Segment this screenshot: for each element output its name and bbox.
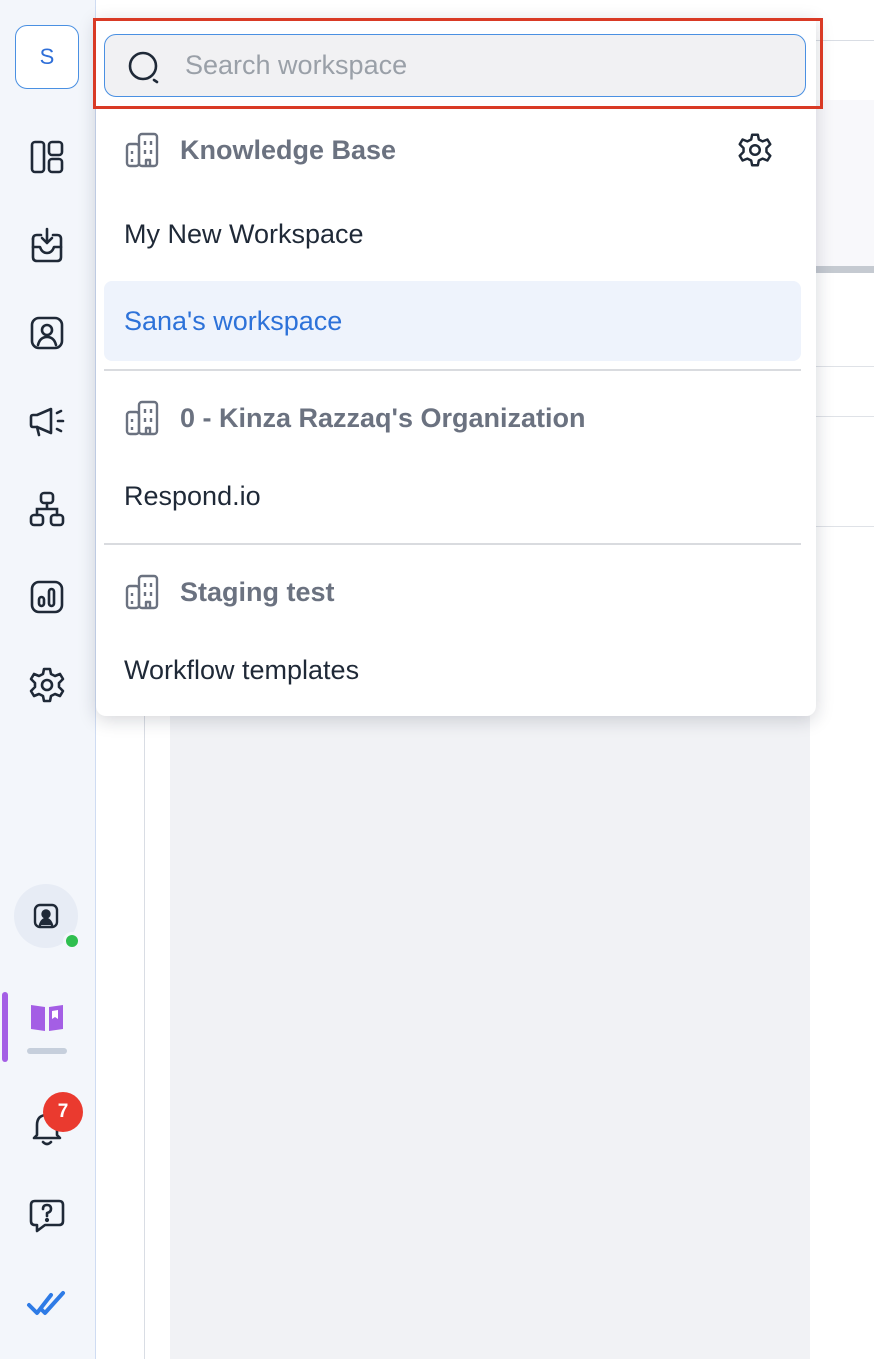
organization-building-icon — [125, 574, 159, 610]
workspace-avatar[interactable]: S — [15, 25, 79, 89]
workspace-item[interactable]: Respond.io — [104, 456, 801, 536]
sidebar: S 7 — [0, 0, 96, 1359]
workflows-icon[interactable] — [22, 484, 72, 534]
bg-divider — [816, 366, 874, 367]
bg-header-shade — [816, 100, 874, 268]
workspace-label: Workflow templates — [124, 654, 360, 685]
org-settings-gear-icon[interactable] — [734, 129, 776, 171]
workspace-label: Respond.io — [124, 480, 261, 511]
notification-badge: 7 — [43, 1092, 83, 1132]
user-avatar-icon — [33, 903, 59, 929]
workspace-item-selected[interactable]: Sana's workspace — [104, 281, 801, 361]
search-input[interactable] — [185, 45, 785, 85]
workspace-initial: S — [39, 44, 55, 69]
workspace-label: Sana's workspace — [124, 305, 343, 336]
inbox-icon[interactable] — [22, 220, 72, 270]
active-indicator — [2, 992, 8, 1062]
bg-divider — [816, 40, 874, 41]
org-name: Staging test — [180, 576, 335, 607]
workspace-item[interactable]: Workflow templates — [104, 630, 801, 710]
org-header: Knowledge Base — [104, 120, 804, 180]
contacts-icon[interactable] — [22, 308, 72, 358]
org-header: Staging test — [104, 562, 804, 622]
bg-panel — [170, 716, 810, 1359]
workspace-label: My New Workspace — [124, 218, 364, 249]
workspace-item[interactable]: My New Workspace — [104, 194, 801, 274]
active-underline — [27, 1048, 67, 1054]
organization-building-icon — [125, 400, 159, 436]
bg-divider — [816, 266, 874, 273]
knowledge-book-icon[interactable] — [22, 992, 72, 1042]
bg-rail — [144, 700, 145, 1359]
help-icon[interactable] — [22, 1190, 72, 1240]
broadcasts-icon[interactable] — [22, 396, 72, 446]
settings-icon[interactable] — [22, 660, 72, 710]
bg-divider — [816, 526, 874, 527]
divider — [104, 369, 801, 371]
respond-logo-icon — [22, 1278, 72, 1328]
search-icon — [128, 51, 159, 84]
org-name: 0 - Kinza Razzaq's Organization — [180, 402, 586, 433]
divider — [104, 543, 801, 545]
organization-building-icon — [125, 132, 159, 168]
bg-divider — [816, 416, 874, 417]
workspace-search-box[interactable] — [104, 34, 806, 97]
org-name: Knowledge Base — [180, 134, 397, 165]
online-status-dot — [63, 932, 81, 950]
reports-icon[interactable] — [22, 572, 72, 622]
org-header: 0 - Kinza Razzaq's Organization — [104, 388, 804, 448]
dashboard-icon[interactable] — [22, 132, 72, 182]
